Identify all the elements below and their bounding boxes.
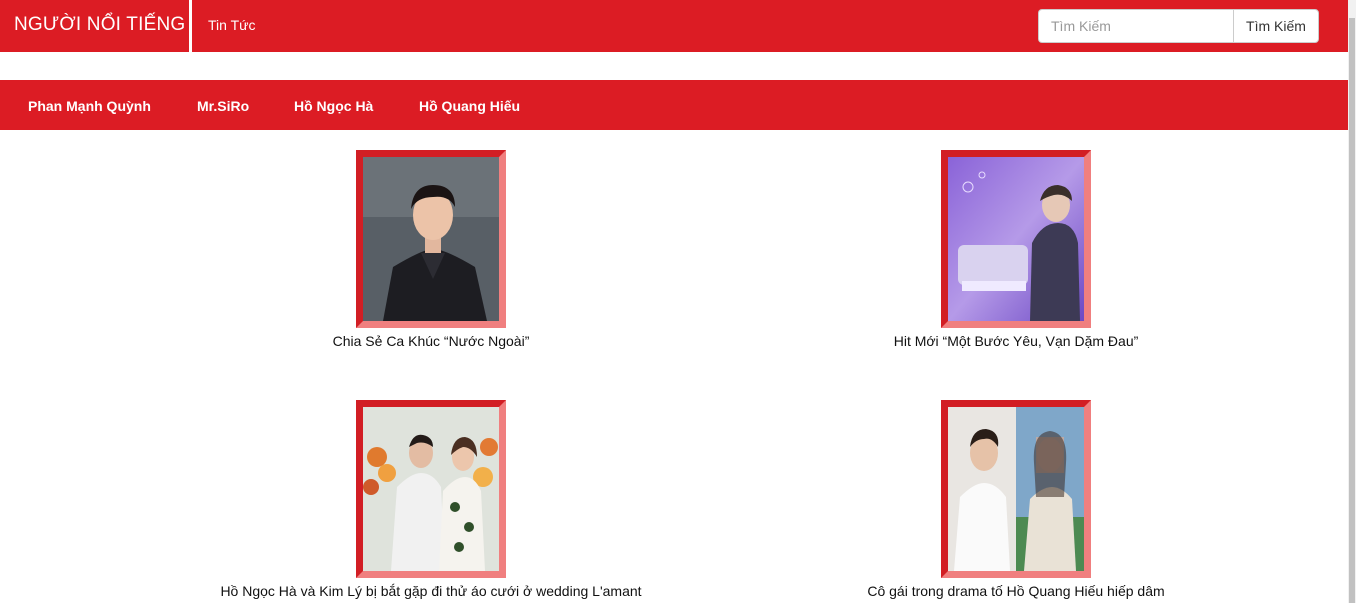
nav-link-news[interactable]: Tin Tức (208, 17, 256, 33)
category-item-phan-manh-quynh[interactable]: Phan Mạnh Quỳnh (28, 98, 151, 114)
brand-divider (189, 0, 192, 52)
category-item-mr-siro[interactable]: Mr.SiRo (197, 98, 249, 114)
article-card: Chia Sẻ Ca Khúc “Nước Ngoài” (191, 150, 671, 350)
article-caption[interactable]: Hit Mới “Một Bước Yêu, Vạn Dặm Đau” (776, 332, 1256, 350)
article-thumbnail[interactable] (356, 400, 506, 578)
couple-with-flowers-photo (363, 407, 499, 571)
top-navbar: NGƯỜI NỔI TIẾNG Tin Tức Tìm Kiếm (0, 0, 1348, 52)
article-caption[interactable]: Chia Sẻ Ca Khúc “Nước Ngoài” (191, 332, 671, 350)
category-item-ho-ngoc-ha[interactable]: Hồ Ngọc Hà (294, 98, 373, 114)
article-caption[interactable]: Hồ Ngọc Hà và Kim Lý bị bắt gặp đi thử á… (191, 582, 671, 600)
article-card: Hit Mới “Một Bước Yêu, Vạn Dặm Đau” (776, 150, 1256, 350)
article-caption[interactable]: Cô gái trong drama tố Hồ Quang Hiếu hiếp… (776, 582, 1256, 600)
article-thumbnail[interactable] (356, 150, 506, 328)
article-card: Hồ Ngọc Hà và Kim Lý bị bắt gặp đi thử á… (191, 400, 671, 600)
scrollbar-thumb[interactable] (1349, 18, 1355, 603)
man-in-black-suit-photo (363, 157, 499, 321)
page: NGƯỜI NỔI TIẾNG Tin Tức Tìm Kiếm Phan Mạ… (0, 0, 1356, 603)
search-input[interactable] (1038, 9, 1234, 43)
article-card: Cô gái trong drama tố Hồ Quang Hiếu hiếp… (776, 400, 1256, 600)
split-portrait-photo (948, 407, 1084, 571)
category-navbar: Phan Mạnh Quỳnh Mr.SiRo Hồ Ngọc Hà Hồ Qu… (0, 80, 1348, 130)
article-thumbnail[interactable] (941, 400, 1091, 578)
search-button[interactable]: Tìm Kiếm (1233, 9, 1319, 43)
article-thumbnail[interactable] (941, 150, 1091, 328)
vertical-scrollbar[interactable] (1348, 0, 1356, 603)
piano-player-photo (948, 157, 1084, 321)
category-item-ho-quang-hieu[interactable]: Hồ Quang Hiếu (419, 98, 520, 114)
brand-logo[interactable]: NGƯỜI NỔI TIẾNG (14, 14, 185, 36)
